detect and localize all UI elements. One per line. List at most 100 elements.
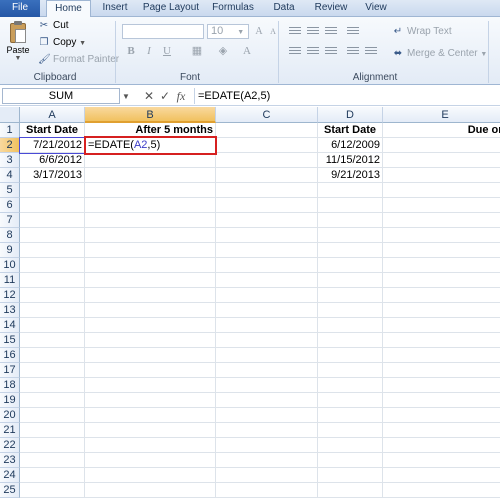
tab-data[interactable]: Data — [266, 0, 302, 17]
row-header-1[interactable]: 1 — [0, 123, 20, 138]
empty-cell[interactable] — [318, 243, 383, 258]
tab-formulas[interactable]: Formulas — [208, 0, 258, 17]
empty-cell[interactable] — [216, 483, 318, 498]
increase-indent-icon[interactable] — [364, 45, 378, 58]
empty-cell[interactable] — [85, 363, 216, 378]
empty-cell[interactable] — [20, 468, 85, 483]
empty-cell[interactable] — [383, 213, 500, 228]
row-header-11[interactable]: 11 — [0, 273, 20, 288]
font-color-icon[interactable]: A — [240, 44, 254, 59]
empty-cell[interactable] — [85, 438, 216, 453]
empty-cell[interactable] — [85, 333, 216, 348]
empty-cell[interactable] — [318, 378, 383, 393]
empty-cell[interactable] — [216, 468, 318, 483]
empty-cell[interactable] — [216, 183, 318, 198]
row-header-14[interactable]: 14 — [0, 318, 20, 333]
empty-cell[interactable] — [85, 258, 216, 273]
column-header-c[interactable]: C — [216, 107, 318, 123]
empty-cell[interactable] — [216, 453, 318, 468]
tab-page-layout[interactable]: Page Layout — [140, 0, 202, 17]
empty-cell[interactable] — [383, 453, 500, 468]
cell-a3[interactable]: 6/6/2012 — [20, 153, 85, 168]
empty-cell[interactable] — [20, 378, 85, 393]
empty-cell[interactable] — [20, 258, 85, 273]
empty-cell[interactable] — [20, 453, 85, 468]
row-header-20[interactable]: 20 — [0, 408, 20, 423]
tab-file[interactable]: File — [0, 0, 40, 17]
borders-icon[interactable]: ▦ — [190, 44, 204, 59]
empty-cell[interactable] — [85, 408, 216, 423]
empty-cell[interactable] — [318, 183, 383, 198]
empty-cell[interactable] — [383, 273, 500, 288]
tab-review[interactable]: Review — [310, 0, 352, 17]
wrap-text-button[interactable]: ↵ Wrap Text — [392, 25, 452, 39]
empty-cell[interactable] — [383, 438, 500, 453]
empty-cell[interactable] — [85, 393, 216, 408]
row-header-15[interactable]: 15 — [0, 333, 20, 348]
empty-cell[interactable] — [85, 468, 216, 483]
row-header-24[interactable]: 24 — [0, 468, 20, 483]
bold-button[interactable]: B — [124, 44, 138, 59]
empty-cell[interactable] — [85, 153, 216, 168]
empty-cell[interactable] — [216, 198, 318, 213]
empty-cell[interactable] — [383, 258, 500, 273]
empty-cell[interactable] — [216, 333, 318, 348]
cell-d1[interactable]: Start Date — [318, 123, 383, 138]
column-header-e[interactable]: E — [383, 107, 500, 123]
empty-cell[interactable] — [318, 438, 383, 453]
empty-cell[interactable] — [85, 453, 216, 468]
merge-center-button[interactable]: ⬌ Merge & Center ▼ — [392, 47, 488, 61]
font-size-field[interactable]: 10 ▼ — [207, 24, 249, 39]
empty-cell[interactable] — [318, 213, 383, 228]
tab-view[interactable]: View — [358, 0, 394, 17]
cell-d3[interactable]: 11/15/2012 — [318, 153, 383, 168]
row-header-17[interactable]: 17 — [0, 363, 20, 378]
empty-cell[interactable] — [216, 318, 318, 333]
cell-b2-editing[interactable]: =EDATE(A2,5) — [84, 136, 217, 155]
empty-cell[interactable] — [20, 363, 85, 378]
empty-cell[interactable] — [318, 453, 383, 468]
empty-cell[interactable] — [383, 408, 500, 423]
row-header-9[interactable]: 9 — [0, 243, 20, 258]
cell-a4[interactable]: 3/17/2013 — [20, 168, 85, 183]
empty-cell[interactable] — [20, 228, 85, 243]
row-header-7[interactable]: 7 — [0, 213, 20, 228]
align-middle-icon[interactable] — [306, 25, 320, 38]
chevron-down-icon[interactable]: ▼ — [480, 51, 487, 58]
italic-button[interactable]: I — [142, 44, 156, 59]
empty-cell[interactable] — [318, 258, 383, 273]
grow-font-icon[interactable]: A — [252, 24, 266, 39]
insert-function-icon[interactable]: fx — [174, 88, 188, 104]
align-top-icon[interactable] — [288, 25, 302, 38]
empty-cell[interactable] — [20, 438, 85, 453]
column-header-d[interactable]: D — [318, 107, 383, 123]
empty-cell[interactable] — [20, 423, 85, 438]
paste-button[interactable]: Paste ▼ — [4, 21, 32, 69]
empty-cell[interactable] — [318, 273, 383, 288]
empty-cell[interactable] — [318, 393, 383, 408]
chevron-down-icon[interactable]: ▼ — [122, 92, 130, 101]
empty-cell[interactable] — [85, 273, 216, 288]
column-header-b[interactable]: B — [85, 107, 216, 123]
empty-cell[interactable] — [216, 288, 318, 303]
row-header-25[interactable]: 25 — [0, 483, 20, 498]
empty-cell[interactable] — [216, 228, 318, 243]
tab-insert[interactable]: Insert — [96, 0, 134, 17]
empty-cell[interactable] — [85, 243, 216, 258]
empty-cell[interactable] — [216, 168, 318, 183]
empty-cell[interactable] — [383, 183, 500, 198]
empty-cell[interactable] — [318, 363, 383, 378]
cut-button[interactable]: ✂ Cut — [38, 19, 69, 33]
empty-cell[interactable] — [383, 333, 500, 348]
empty-cell[interactable] — [85, 303, 216, 318]
tab-home[interactable]: Home — [46, 0, 91, 18]
empty-cell[interactable] — [85, 168, 216, 183]
empty-cell[interactable] — [318, 348, 383, 363]
copy-button[interactable]: ❐ Copy ▼ — [38, 36, 87, 50]
empty-cell[interactable] — [383, 378, 500, 393]
cell-d2[interactable]: 6/12/2009 — [318, 138, 383, 153]
empty-cell[interactable] — [318, 408, 383, 423]
empty-cell[interactable] — [20, 408, 85, 423]
row-header-5[interactable]: 5 — [0, 183, 20, 198]
empty-cell[interactable] — [318, 318, 383, 333]
